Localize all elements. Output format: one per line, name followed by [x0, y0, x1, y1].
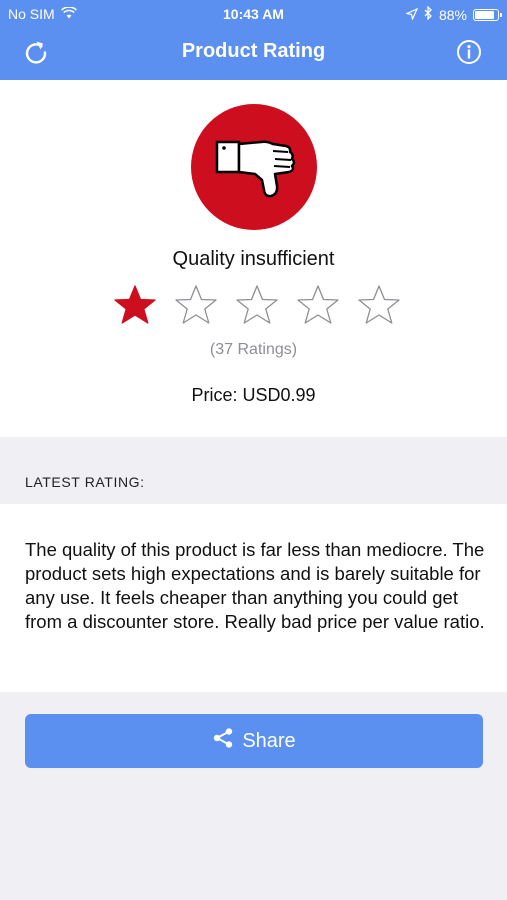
latest-review: The quality of this product is far less … — [0, 504, 507, 692]
location-arrow-icon — [405, 7, 419, 23]
review-text: The quality of this product is far less … — [25, 539, 485, 632]
battery-percent: 88% — [438, 6, 467, 23]
quality-label: Quality insufficient — [172, 248, 335, 270]
star-filled-icon — [112, 283, 158, 327]
status-bar: No SIM 10:43 AM 88% — [0, 0, 507, 28]
star-rating — [112, 283, 402, 327]
page-title: Product Rating — [181, 40, 326, 62]
share-icon — [212, 727, 234, 755]
info-icon[interactable] — [455, 38, 483, 66]
latest-rating-header: LATEST RATING: — [25, 474, 145, 490]
star-empty-icon — [356, 283, 402, 327]
product-card: Quality insufficient (37 Ratings) Price:… — [0, 80, 507, 437]
battery-icon — [473, 8, 502, 21]
star-empty-icon — [295, 283, 341, 327]
ratings-count: (37 Ratings) — [209, 341, 298, 358]
status-right: 88% — [405, 5, 502, 23]
thumbs-down-icon — [191, 104, 317, 230]
bluetooth-icon — [424, 5, 433, 23]
star-empty-icon — [173, 283, 219, 327]
star-empty-icon — [234, 283, 280, 327]
navigation-bar: No SIM 10:43 AM 88% Product Rating — [0, 0, 507, 80]
share-button[interactable]: Share — [25, 714, 483, 768]
price-label: Price: USD0.99 — [191, 385, 316, 405]
share-label: Share — [242, 729, 296, 752]
